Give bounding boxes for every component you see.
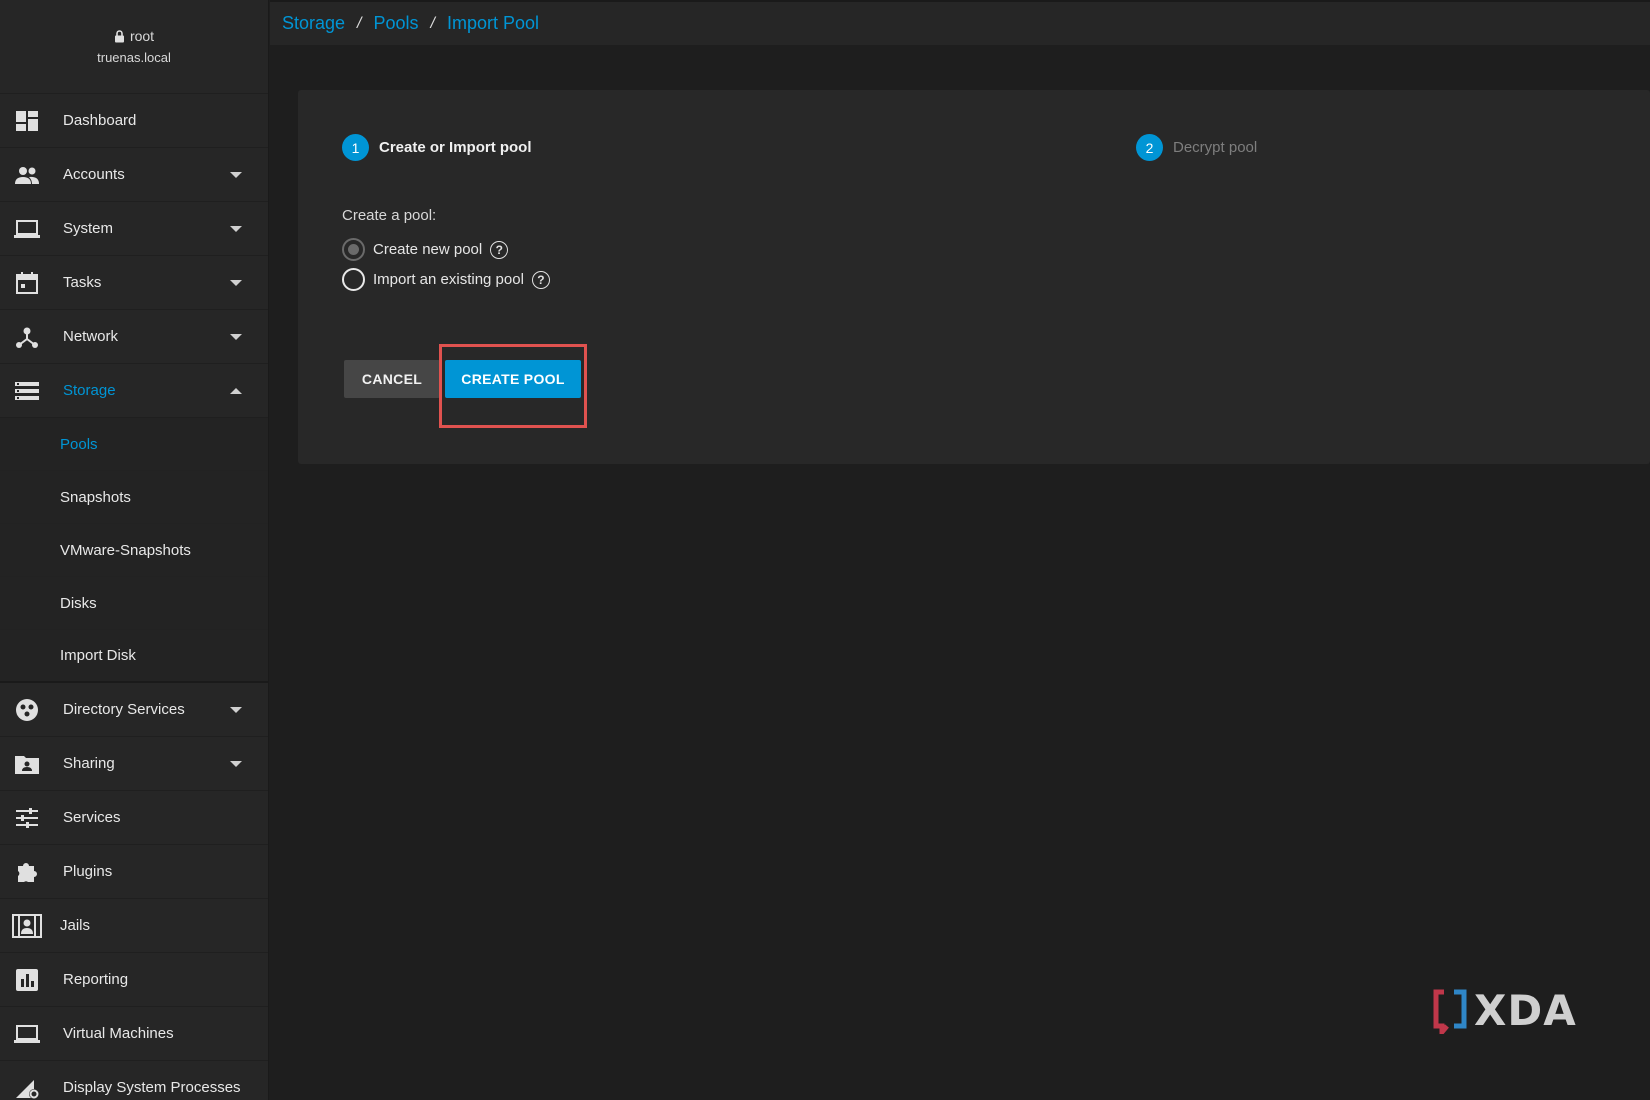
nav-import-disk-label: Import Disk	[60, 647, 136, 664]
nav-network-label: Network	[63, 328, 119, 345]
nav-storage[interactable]: Storage	[0, 364, 268, 418]
chevron-down-icon	[230, 225, 242, 232]
wizard-step-2[interactable]: 2 Decrypt pool	[1136, 134, 1257, 161]
nav-disks-label: Disks	[60, 594, 97, 612]
storage-icon	[12, 379, 42, 403]
pool-wizard-card: 1 Create or Import pool 2 Decrypt pool C…	[298, 90, 1650, 464]
hostname: truenas.local	[97, 50, 171, 65]
help-icon[interactable]: ?	[531, 270, 550, 289]
nav-services[interactable]: Services	[0, 791, 268, 845]
puzzle-icon	[12, 860, 42, 884]
help-icon[interactable]: ?	[490, 240, 509, 259]
nav-display-system-processes-label: Display System Processes	[63, 1079, 241, 1096]
cancel-button[interactable]: CANCEL	[344, 360, 440, 398]
computer-icon	[12, 1022, 42, 1046]
system-processes-icon	[12, 1076, 42, 1100]
watermark-text: XDA	[1474, 986, 1577, 1035]
radio-import-existing-pool[interactable]: Import an existing pool ?	[342, 268, 550, 291]
step-1-label: Create or Import pool	[379, 139, 532, 156]
nav-tasks-label: Tasks	[63, 274, 102, 291]
nav-storage-vmware-snapshots[interactable]: VMware-Snapshots	[0, 524, 268, 577]
sidebar: root truenas.local Dashboard Accounts Sy…	[0, 0, 269, 1100]
nav-directory-services-label: Directory Services	[63, 701, 185, 718]
nav-storage-pools[interactable]: Pools	[0, 418, 268, 471]
xda-logo-icon	[1433, 989, 1467, 1034]
nav-pools-label: Pools	[60, 435, 98, 453]
nav-jails-label: Jails	[60, 917, 91, 934]
step-1-number: 1	[342, 134, 369, 161]
step-2-label: Decrypt pool	[1173, 139, 1258, 156]
nav-reporting[interactable]: Reporting	[0, 953, 268, 1007]
top-bar: Storage / Pools / Import Pool	[270, 0, 1650, 45]
step-2-number: 2	[1136, 134, 1163, 161]
nav-sharing[interactable]: Sharing	[0, 737, 268, 791]
nav-storage-label: Storage	[63, 382, 116, 399]
network-icon	[12, 325, 42, 349]
chevron-up-icon	[230, 387, 242, 394]
people-icon	[12, 163, 42, 187]
breadcrumb-separator: /	[357, 14, 362, 32]
nav-storage-disks[interactable]: Disks	[0, 577, 268, 630]
user-info: root truenas.local	[0, 0, 268, 94]
nav-system-label: System	[63, 220, 114, 237]
nav-storage-import-disk[interactable]: Import Disk	[0, 630, 268, 683]
nav-storage-snapshots[interactable]: Snapshots	[0, 471, 268, 524]
nav-accounts-label: Accounts	[63, 166, 125, 183]
nav-tasks[interactable]: Tasks	[0, 256, 268, 310]
directory-services-icon	[12, 698, 42, 722]
nav-plugins[interactable]: Plugins	[0, 845, 268, 899]
nav-display-system-processes[interactable]: Display System Processes	[0, 1061, 268, 1100]
nav-virtual-machines[interactable]: Virtual Machines	[0, 1007, 268, 1061]
nav-vmware-snapshots-label: VMware-Snapshots	[60, 541, 191, 559]
nav-accounts[interactable]: Accounts	[0, 148, 268, 202]
nav-snapshots-label: Snapshots	[60, 488, 131, 506]
nav-virtual-machines-label: Virtual Machines	[63, 1025, 174, 1042]
radio-create-new-pool[interactable]: Create new pool ?	[342, 238, 509, 261]
nav-sharing-label: Sharing	[63, 755, 115, 772]
jail-icon	[12, 913, 42, 938]
nav-reporting-label: Reporting	[63, 971, 129, 988]
breadcrumb-separator: /	[430, 14, 435, 32]
breadcrumb-import-pool[interactable]: Import Pool	[447, 13, 539, 34]
nav-jails[interactable]: Jails	[0, 899, 268, 953]
nav-directory-services[interactable]: Directory Services	[0, 683, 268, 737]
chevron-down-icon	[230, 706, 242, 713]
wizard-step-1[interactable]: 1 Create or Import pool	[342, 134, 532, 161]
nav-network[interactable]: Network	[0, 310, 268, 364]
create-pool-section-label: Create a pool:	[342, 207, 437, 224]
chevron-down-icon	[230, 279, 242, 286]
create-new-pool-label: Create new pool	[373, 241, 483, 258]
chevron-down-icon	[230, 333, 242, 340]
chevron-down-icon	[230, 171, 242, 178]
radio-button-create-new[interactable]	[342, 238, 365, 261]
bar-chart-icon	[12, 968, 42, 992]
import-existing-pool-label: Import an existing pool	[373, 271, 524, 288]
nav-services-label: Services	[63, 809, 121, 826]
nav-plugins-label: Plugins	[63, 863, 113, 880]
xda-watermark: XDA	[1432, 986, 1577, 1035]
username: root	[129, 28, 155, 44]
breadcrumb-pools[interactable]: Pools	[374, 13, 419, 34]
chevron-down-icon	[230, 760, 242, 767]
breadcrumb: Storage / Pools / Import Pool	[282, 13, 539, 34]
calendar-icon	[12, 271, 42, 295]
dashboard-icon	[12, 109, 42, 133]
nav-dashboard[interactable]: Dashboard	[0, 94, 268, 148]
nav-dashboard-label: Dashboard	[63, 112, 137, 129]
laptop-icon	[12, 217, 42, 241]
user-name-row: root	[114, 28, 154, 44]
radio-button-import-existing[interactable]	[342, 268, 365, 291]
nav-system[interactable]: System	[0, 202, 268, 256]
shared-folder-icon	[12, 752, 42, 776]
sliders-icon	[12, 806, 42, 830]
create-pool-button[interactable]: CREATE POOL	[445, 360, 581, 398]
breadcrumb-storage[interactable]: Storage	[282, 13, 345, 34]
lock-icon	[114, 29, 124, 42]
